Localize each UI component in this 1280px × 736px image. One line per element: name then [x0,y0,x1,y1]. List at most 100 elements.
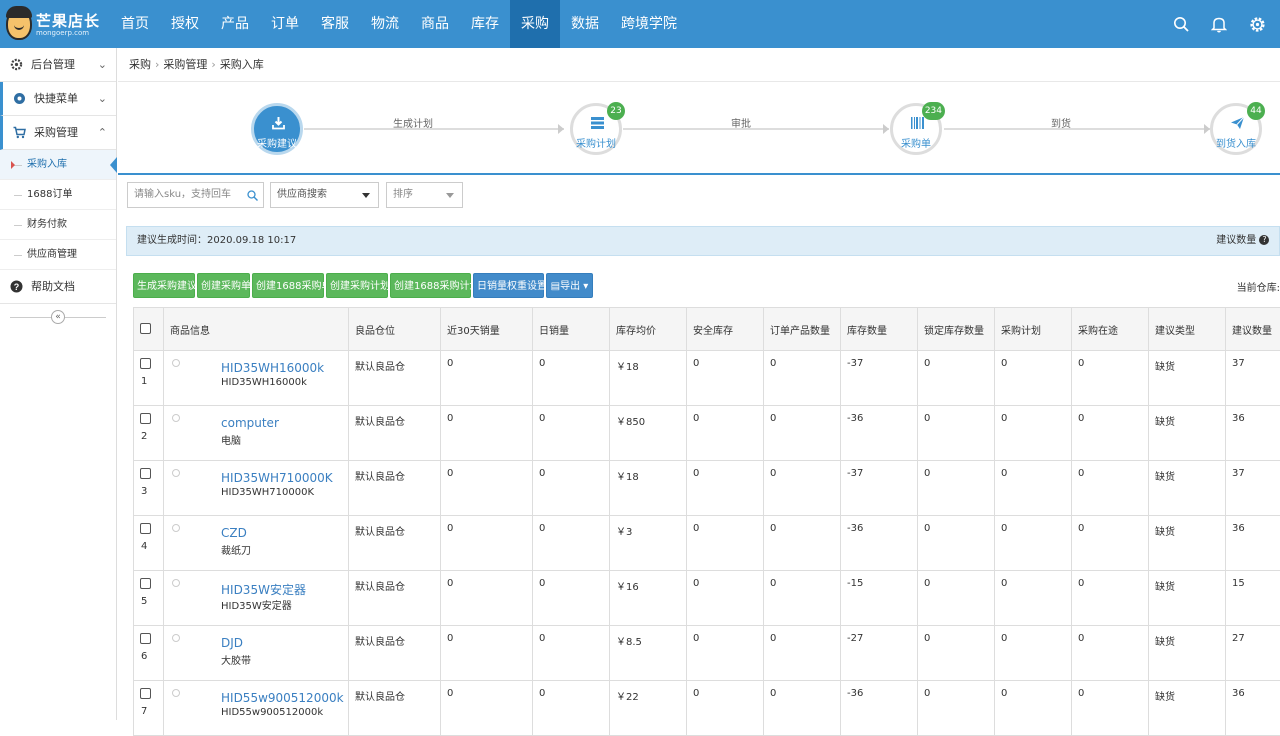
brand-logo[interactable]: 芒果店长 mongoerp.com [6,6,114,42]
paper-plane-icon [1230,116,1245,130]
step-purchase-order[interactable]: 采购单 234 [890,103,942,155]
product-name-link[interactable]: HID35WH710000K [221,471,333,485]
bell-icon[interactable] [1211,16,1227,33]
sidebar-collapse: « [0,308,116,326]
daily-sales-cell: 0 [533,351,610,406]
chevron-down-icon [446,193,454,198]
stock-qty-cell: -37 [841,461,918,516]
warehouse-location-cell: 默认良品仓 [349,351,441,406]
sidebar-item-1688-orders[interactable]: 1688订单 [0,180,116,210]
daily-sales-cell: 0 [533,461,610,516]
step-purchase-plan[interactable]: 采购计划 23 [570,103,622,155]
sku-search-input[interactable]: 请输入sku，支持回车 [127,182,264,208]
sidebar-item-suppliers[interactable]: 供应商管理 [0,240,116,270]
avg-cost-cell: ￥22 [610,681,687,736]
search-icon[interactable] [1173,16,1189,32]
product-name-link[interactable]: HID35WH16000k [221,361,324,375]
product-name-link[interactable]: computer [221,416,279,430]
sidebar-item-payments[interactable]: 财务付款 [0,210,116,240]
step-purchase-suggestion[interactable]: 采购建议 [251,103,303,155]
nav-item-goods[interactable]: 商品 [410,0,460,48]
nav-item-home[interactable]: 首页 [110,0,160,48]
create-plan-button[interactable]: 创建采购计划 [326,273,388,298]
create-1688-plan-button[interactable]: 创建1688采购计划 [390,273,471,298]
create-po-button[interactable]: 创建采购单 [197,273,250,298]
filter-bar: 请输入sku，支持回车 供应商搜索 排序 [118,176,1280,222]
daily-sales-weight-button[interactable]: 日销量权重设置 [473,273,544,298]
row-checkbox[interactable] [140,578,151,589]
nav-item-product[interactable]: 产品 [210,0,260,48]
export-label: 导出 [560,281,580,292]
table-row: 3HID35WH710000KHID35WH710000K默认良品仓00￥180… [134,461,1280,516]
search-icon[interactable] [247,190,258,201]
brand-domain: mongoerp.com [36,29,89,37]
suggestion-type-cell: 缺货 [1149,626,1226,681]
row-number: 6 [140,651,163,662]
warehouse-location-cell: 默认良品仓 [349,516,441,571]
nav-item-order[interactable]: 订单 [260,0,310,48]
stock-qty-cell: -36 [841,406,918,461]
sidebar-group-purchase[interactable]: 采购管理 ⌃ [0,116,116,150]
sidebar-item-label: 1688订单 [27,189,72,200]
nav-item-auth[interactable]: 授权 [160,0,210,48]
main-nav: 首页 授权 产品 订单 客服 物流 商品 库存 采购 数据 跨境学院 [110,0,688,48]
export-button[interactable]: ▤导出 ▾ [546,273,593,298]
nav-item-service[interactable]: 客服 [310,0,360,48]
table-row: 6DJD大胶带默认良品仓00￥8.500-27000缺货27 [134,626,1280,681]
product-info-cell: HID35WH16000kHID35WH16000k [164,351,349,406]
warehouse-location-cell: 默认良品仓 [349,571,441,626]
safety-stock-cell: 0 [687,571,764,626]
breadcrumb-item[interactable]: 采购管理 [163,58,207,71]
nav-item-purchase[interactable]: 采购 [510,0,560,48]
product-thumbnail-icon [172,359,180,367]
suggestion-qty-label: 建议数量 [1216,235,1256,246]
sidebar-item-help[interactable]: ? 帮助文档 [0,270,116,304]
row-number: 4 [140,541,163,552]
question-icon[interactable]: ? [1259,235,1269,245]
collapse-icon[interactable]: « [51,310,65,324]
product-name-link[interactable]: HID35W安定器 [221,581,306,598]
nav-item-academy[interactable]: 跨境学院 [610,0,688,48]
row-checkbox[interactable] [140,468,151,479]
nav-item-inventory[interactable]: 库存 [460,0,510,48]
sidebar-group-shortcuts[interactable]: 快捷菜单 ⌄ [0,82,116,116]
breadcrumb-item[interactable]: 采购 [129,58,151,71]
safety-stock-cell: 0 [687,461,764,516]
row-select-cell: 5 [134,571,164,626]
breadcrumb-separator: › [211,58,215,71]
sidebar-group-admin[interactable]: 后台管理 ⌄ [0,48,116,82]
step-arrival-inbound[interactable]: 到货入库 44 [1210,103,1262,155]
suggested-qty-cell: 36 [1226,406,1280,461]
safety-stock-cell: 0 [687,516,764,571]
row-checkbox[interactable] [140,413,151,424]
product-name-link[interactable]: CZD [221,526,247,540]
product-sku: HID35W安定器 [221,597,292,612]
product-sku: 裁纸刀 [221,542,251,557]
sort-select[interactable]: 排序 [386,182,463,208]
row-checkbox[interactable] [140,523,151,534]
locked-stock-cell: 0 [918,681,995,736]
product-name-link[interactable]: HID55w900512000k [221,691,344,705]
product-info-cell: HID55w900512000kHID55w900512000k [164,681,349,736]
step-transition-label: 审批 [731,115,751,130]
in-transit-cell: 0 [1072,626,1149,681]
locked-stock-cell: 0 [918,461,995,516]
generate-suggestion-button[interactable]: 生成采购建议 [133,273,195,298]
export-icon: ▤ [551,281,560,292]
safety-stock-cell: 0 [687,681,764,736]
create-1688-po-button[interactable]: 创建1688采购单 [252,273,324,298]
purchase-plan-cell: 0 [995,516,1072,571]
nav-item-data[interactable]: 数据 [560,0,610,48]
nav-item-logistics[interactable]: 物流 [360,0,410,48]
gear-icon[interactable] [1249,16,1266,33]
column-header: 良品仓位 [349,308,441,351]
row-checkbox[interactable] [140,358,151,369]
supplier-select[interactable]: 供应商搜索 [270,182,379,208]
row-checkbox[interactable] [140,688,151,699]
workflow-steps: 生成计划 审批 到货 采购建议 采购计划 23 采购单 234 到货入库 44 [118,83,1280,175]
row-checkbox[interactable] [140,633,151,644]
sidebar-group-label: 快捷菜单 [34,92,78,105]
product-name-link[interactable]: DJD [221,636,243,650]
sidebar-item-purchase-inbound[interactable]: 采购入库 [0,150,116,180]
select-all-checkbox[interactable] [140,323,151,334]
